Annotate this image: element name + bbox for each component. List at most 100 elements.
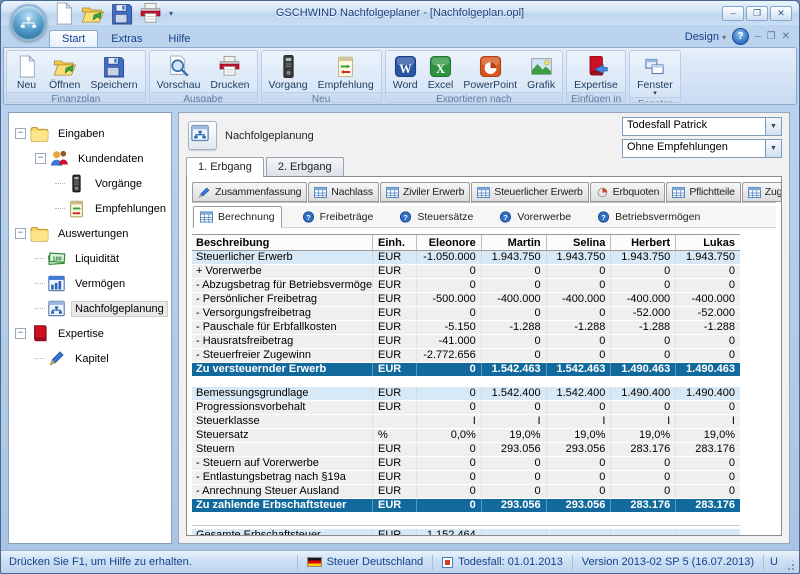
sidebar-item-kapitel[interactable]: Kapitel	[11, 346, 169, 371]
help-button[interactable]: ?	[732, 28, 749, 45]
tab-nachlass[interactable]: Nachlass	[308, 182, 379, 202]
sidebar-item-auswertungen[interactable]: −Auswertungen	[11, 221, 169, 246]
mdi-minimize-button[interactable]: –	[755, 30, 761, 44]
tab-erbquoten[interactable]: Erbquoten	[590, 182, 666, 202]
row-value: -2.772.656	[416, 349, 481, 362]
chevron-down-icon[interactable]: ▼	[765, 118, 781, 135]
powerpoint-button[interactable]: PowerPoint	[458, 52, 522, 91]
new-document-icon[interactable]	[51, 1, 76, 26]
table-row-pauschale-f-r-erbfallkosten[interactable]: - Pauschale für ErbfallkostenEUR-5.150-1…	[192, 321, 740, 335]
row-unit: EUR	[372, 335, 416, 348]
column-header-selina[interactable]: Selina	[546, 235, 611, 250]
tab-zugewinn[interactable]: Zugewinn	[742, 182, 782, 202]
column-header-einh[interactable]: Einh.	[372, 235, 416, 250]
column-header-martin[interactable]: Martin	[481, 235, 546, 250]
close-button[interactable]: ✕	[770, 6, 792, 21]
sidebar-item-eingaben[interactable]: −Eingaben	[11, 121, 169, 146]
table-row-pers-nlicher-freibetrag[interactable]: - Persönlicher FreibetragEUR-500.000-400…	[192, 293, 740, 307]
sidebar-item-nachfolgeplanung[interactable]: Nachfolgeplanung	[11, 296, 169, 321]
tree-expander-icon[interactable]: −	[15, 228, 26, 239]
sidebar-item-expertise[interactable]: −Expertise	[11, 321, 169, 346]
svg-text:100: 100	[53, 256, 62, 262]
mdi-close-button[interactable]: ✕	[782, 30, 790, 44]
print-icon[interactable]	[138, 1, 163, 26]
tab-pflichtteile[interactable]: Pflichtteile	[666, 182, 740, 202]
resize-grip[interactable]	[784, 561, 796, 573]
table-row-steuerklasse[interactable]: SteuerklasseIIIII	[192, 415, 740, 429]
sidebar-item-liquidit-t[interactable]: 100Liquidität	[11, 246, 169, 271]
tab-extras[interactable]: Extras	[98, 30, 155, 47]
empfehlungen-combobox[interactable]: Ohne Empfehlungen ▼	[622, 139, 782, 158]
excel-button[interactable]: X Excel	[423, 52, 459, 91]
subtab-berechnung[interactable]: Berechnung	[193, 206, 282, 228]
sidebar-item-verm-gen[interactable]: Vermögen	[11, 271, 169, 296]
minimize-button[interactable]: –	[722, 6, 744, 21]
table-row-vorerwerbe[interactable]: + VorerwerbeEUR00000	[192, 265, 740, 279]
tab-1-erbgang[interactable]: 1. Erbgang	[186, 157, 264, 177]
image-icon	[529, 54, 554, 79]
table-row-hausratsfreibetrag[interactable]: - HausratsfreibetragEUR-41.0000000	[192, 335, 740, 349]
table-row-bemessungsgrundlage[interactable]: BemessungsgrundlageEUR01.542.4001.542.40…	[192, 387, 740, 401]
sidebar-item-vorg-nge[interactable]: Vorgänge	[11, 171, 169, 196]
table-row-entlastungsbetrag-nach-19a[interactable]: - Entlastungsbetrag nach §19aEUR00000	[192, 471, 740, 485]
column-header-lukas[interactable]: Lukas	[675, 235, 740, 250]
subtab-betriebsverm-gen[interactable]: ?Betriebsvermögen	[591, 207, 706, 227]
table-row-abzugsbetrag-f-r-betriebsverm-gen[interactable]: - Abzugsbetrag für BetriebsvermögenEUR00…	[192, 279, 740, 293]
subtab-steuers-tze[interactable]: ?Steuersätze	[393, 207, 479, 227]
table-row-steuersatz[interactable]: Steuersatz%0,0%19,0%19,0%19,0%19,0%	[192, 429, 740, 443]
row-value: -52.000	[675, 307, 740, 320]
ribbon-group-neu: Vorgang Empfehlung Neu	[261, 50, 382, 103]
application-menu-button[interactable]	[10, 4, 47, 41]
tree-expander-icon[interactable]: −	[35, 153, 46, 164]
tab-2-erbgang[interactable]: 2. Erbgang	[266, 157, 344, 176]
subtab-freibetr-ge[interactable]: ?Freibeträge	[296, 207, 380, 227]
table-row-progressionsvorbehalt[interactable]: ProgressionsvorbehaltEUR00000	[192, 401, 740, 415]
table-row-versorgungsfreibetrag[interactable]: - VersorgungsfreibetragEUR000-52.000-52.…	[192, 307, 740, 321]
chevron-down-icon: ▾	[653, 91, 657, 96]
subtab-vorerwerbe[interactable]: ?Vorerwerbe	[493, 207, 577, 227]
mdi-restore-button[interactable]: ❐	[767, 30, 776, 44]
table-row-zu-zahlende-erbschaftsteuer[interactable]: Zu zahlende ErbschaftsteuerEUR0293.05629…	[192, 499, 740, 513]
vorgang-button[interactable]: Vorgang	[264, 52, 313, 91]
tab-start[interactable]: Start	[49, 30, 98, 47]
chevron-down-icon[interactable]: ▼	[765, 140, 781, 157]
oeffnen-button[interactable]: Öffnen	[44, 52, 85, 91]
table-row-gesamte-erbschaftsteuer[interactable]: Gesamte ErbschaftsteuerEUR1.152.464	[192, 529, 740, 536]
tab-zusammenfassung[interactable]: Zusammenfassung	[192, 182, 307, 202]
table-row-steuern[interactable]: SteuernEUR0293.056293.056283.176283.176	[192, 443, 740, 457]
expertise-button[interactable]: Expertise	[569, 52, 623, 91]
status-truncated-text: U	[763, 555, 780, 570]
column-header-beschreibung[interactable]: Beschreibung	[192, 235, 372, 250]
empfehlung-button[interactable]: Empfehlung	[313, 52, 379, 91]
sidebar-item-kundendaten[interactable]: −Kundendaten	[11, 146, 169, 171]
drucken-button[interactable]: Drucken	[205, 52, 254, 91]
maximize-button[interactable]: ❐	[746, 6, 768, 21]
sidebar-item-empfehlungen[interactable]: Empfehlungen	[11, 196, 169, 221]
todesfall-combobox[interactable]: Todesfall Patrick ▼	[622, 117, 782, 136]
tree-expander-icon[interactable]: −	[15, 128, 26, 139]
column-header-eleonore[interactable]: Eleonore	[416, 235, 481, 250]
save-icon[interactable]	[109, 1, 134, 26]
table-row-anrechnung-steuer-ausland[interactable]: - Anrechnung Steuer AuslandEUR00000	[192, 485, 740, 499]
table-row-steuerlicher-erwerb[interactable]: Steuerlicher ErwerbEUR-1.050.0001.943.75…	[192, 251, 740, 265]
word-button[interactable]: W Word	[388, 52, 423, 91]
column-header-herbert[interactable]: Herbert	[610, 235, 675, 250]
vorschau-button[interactable]: Vorschau	[152, 52, 206, 91]
tab-ziviler-erwerb[interactable]: Ziviler Erwerb	[380, 182, 470, 202]
tree-expander-icon[interactable]: −	[15, 328, 26, 339]
open-file-icon[interactable]	[80, 1, 105, 26]
tab-steuerlicher-erwerb[interactable]: Steuerlicher Erwerb	[471, 182, 588, 202]
open-folder-icon	[52, 54, 77, 79]
table-row-steuern-auf-vorerwerbe[interactable]: - Steuern auf VorerwerbeEUR00000	[192, 457, 740, 471]
design-menu[interactable]: Design ▾	[685, 31, 726, 43]
fenster-button[interactable]: Fenster ▾	[632, 52, 678, 96]
speichern-button[interactable]: Speichern	[85, 52, 142, 91]
neu-button[interactable]: Neu	[9, 52, 44, 91]
table-row-steuerfreier-zugewinn[interactable]: - Steuerfreier ZugewinnEUR-2.772.6560000	[192, 349, 740, 363]
row-value	[481, 529, 546, 536]
button-label: PowerPoint	[463, 79, 517, 91]
qat-customize-caret-icon[interactable]: ▾	[169, 9, 173, 18]
grafik-button[interactable]: Grafik	[522, 52, 560, 91]
table-row-zu-versteuernder-erwerb[interactable]: Zu versteuernder ErwerbEUR01.542.4631.54…	[192, 363, 740, 377]
tab-hilfe[interactable]: Hilfe	[155, 30, 203, 47]
